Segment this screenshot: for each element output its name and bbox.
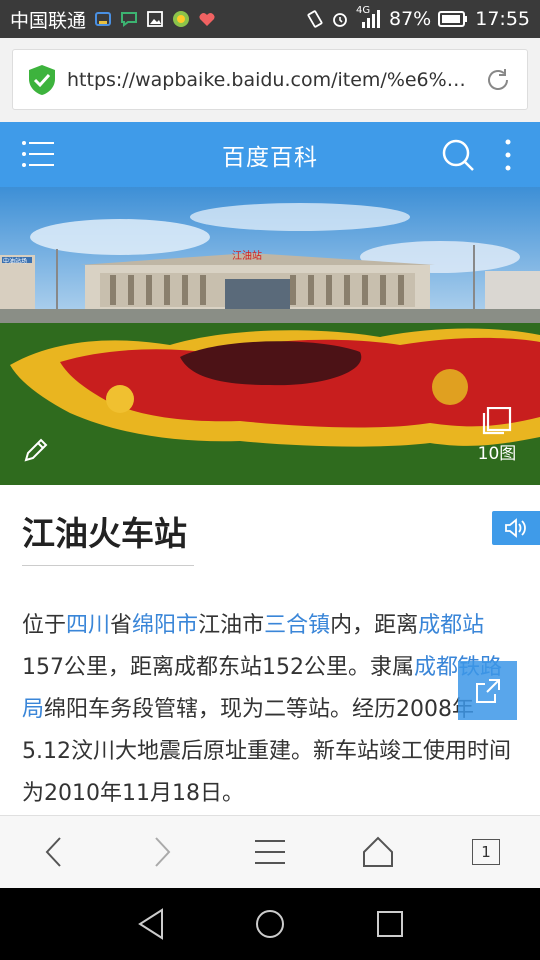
speaker-icon [505,518,526,538]
site-title[interactable]: 百度百科 [222,138,318,172]
more-vertical-icon[interactable] [498,138,518,172]
image-notification-icon [147,11,163,27]
article-text: 绵阳车务段管辖，现为二等站。经历2008年5.12汶川大地震后原址重建。新车站竣… [22,697,511,806]
carrier-name: 中国联通 [10,9,87,32]
share-button[interactable] [458,661,517,720]
browser-toolbar: 1 [0,815,540,888]
menu-icon[interactable] [22,140,54,168]
reload-icon[interactable] [483,65,513,95]
notification-icons [94,10,216,28]
forward-button[interactable] [144,834,180,870]
nav-home-icon[interactable] [252,906,288,942]
share-icon [475,678,500,703]
signal-icon: 4G [356,5,382,29]
shield-check-icon [29,64,55,95]
url-text[interactable]: https://wapbaike.baidu.com/item/%e6%b... [67,69,467,91]
article-text: 157公里，距离成都东站152公里。隶属 [22,655,414,680]
site-header: 百度百科 [0,122,540,187]
speaker-button[interactable] [492,511,540,545]
title-divider [22,565,194,566]
battery-percent: 87% [389,8,432,30]
address-bar[interactable]: https://wapbaike.baidu.com/item/%e6%b... [12,49,528,110]
article-link[interactable]: 绵阳市 [132,613,198,638]
gallery-icon [482,407,512,435]
article-text: 内，距离 [330,613,419,638]
left-building-sign: 中油站场 [3,257,27,265]
image-count: 10图 [477,444,517,464]
app-notification-icon [95,12,112,26]
alarm-icon [333,13,347,27]
vibrate-icon [307,10,323,28]
chat-notification-icon [121,12,138,27]
article-link[interactable]: 三合镇 [264,613,330,638]
back-button[interactable] [36,834,72,870]
pencil-icon[interactable] [22,436,50,464]
article-link[interactable]: 四川 [66,613,110,638]
game-notification-icon [173,11,190,27]
station-photo: 江油站 中油站场 [0,187,540,485]
forward-icon [155,837,171,867]
menu-button[interactable] [252,834,288,870]
nav-recents-icon[interactable] [372,906,408,942]
home-button[interactable] [360,834,396,870]
status-bar: 中国联通 4G 87% 17:55 [0,0,540,38]
tab-count: 1 [472,839,500,865]
article-text: 位于 [22,613,67,638]
page-title: 江油火车站 [22,514,187,553]
article: 江油火车站 位于四川省绵阳市江油市三合镇内，距离成都站157公里，距离成都东站1… [0,485,540,815]
hero-image[interactable]: 江油站 中油站场 10图 [0,187,540,485]
system-nav-bar [0,888,540,960]
gallery-button[interactable]: 10图 [472,407,522,467]
article-text: 江油市 [198,613,265,638]
home-icon [363,836,393,867]
address-bar-area: https://wapbaike.baidu.com/item/%e6%b... [0,38,540,122]
article-text: 省 [110,613,133,638]
health-notification-icon [199,13,215,26]
search-icon[interactable] [441,138,475,172]
clock: 17:55 [475,8,530,30]
battery-icon [438,11,468,27]
article-link[interactable]: 成都站 [418,613,484,638]
back-icon [45,837,61,867]
nav-back-icon[interactable] [134,906,170,942]
station-sign: 江油站 [232,249,262,262]
article-summary: 位于四川省绵阳市江油市三合镇内，距离成都站157公里，距离成都东站152公里。隶… [22,605,518,815]
menu-lines-icon [255,840,285,864]
tabs-button[interactable]: 1 [468,834,504,870]
